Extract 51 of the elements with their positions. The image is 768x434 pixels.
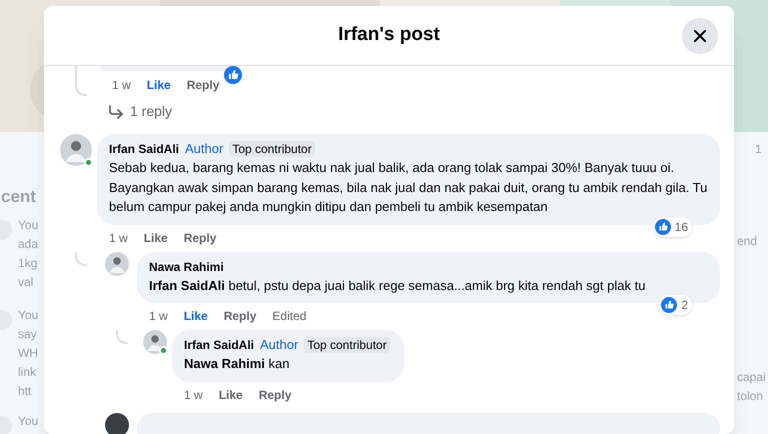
- reply-link[interactable]: Reply: [184, 228, 216, 246]
- comment-text: Irfan SaidAli betul, pstu depa juai balik rege semasa...amik brg kita rendah sgt plak tu: [149, 276, 646, 295]
- snippet-text: htt: [18, 383, 32, 400]
- snippet-text: link: [18, 364, 38, 381]
- like-link[interactable]: Like: [146, 76, 171, 94]
- author-name[interactable]: Irfan SaidAli: [184, 337, 254, 353]
- reply-arrow-icon: [108, 104, 124, 118]
- timestamp: 1 w: [149, 308, 168, 325]
- like-link[interactable]: Like: [144, 228, 168, 246]
- thread-line: [116, 330, 128, 344]
- modal-title: Irfan's post: [338, 23, 440, 48]
- snippet-text: You: [18, 413, 38, 430]
- timestamp: 1 w: [112, 77, 131, 94]
- snippet-text: WH: [18, 345, 38, 362]
- author-label: Author: [185, 141, 224, 157]
- reaction-number: 2: [681, 297, 688, 314]
- reply-link[interactable]: Reply: [224, 307, 256, 325]
- avatar-icon: [143, 330, 167, 354]
- timestamp: 1 w: [184, 386, 203, 404]
- contributor-badge: Top contributor: [304, 337, 390, 353]
- snippet-text: end: [737, 233, 758, 250]
- close-icon: [693, 29, 707, 43]
- avatar-icon: [105, 412, 129, 434]
- author-name[interactable]: Nawa Rahimi: [149, 258, 224, 274]
- section-heading: cent: [1, 186, 36, 208]
- snippet-text: val: [18, 274, 34, 291]
- timestamp: 1 w: [109, 230, 128, 246]
- reply-link[interactable]: Reply: [258, 386, 292, 404]
- like-link[interactable]: Like: [218, 386, 243, 404]
- view-replies-link[interactable]: 1 reply: [108, 101, 720, 122]
- like-icon: [224, 66, 242, 84]
- author-name[interactable]: Irfan SaidAli: [109, 141, 180, 157]
- like-link[interactable]: Like: [184, 307, 208, 325]
- comment-text: Sebab kedua, barang kemas ni waktu nak jual balik, ada orang tolak sampai 30%! Banyak tuuu oi. Bayangkan awak simpan barang kemas, bila nak jual dan nak pakai duit, orang tu ambik rendah gila. Tu belum campur pakej anda mungkin ditipu dan pembeli tu ambik kesempatan: [109, 159, 708, 216]
- contributor-badge: Top contributor: [229, 141, 315, 157]
- reply-link[interactable]: Reply: [186, 76, 220, 94]
- comment-text: Nawa Rahimi kan: [184, 355, 290, 373]
- reaction-number: 16: [674, 218, 688, 236]
- snippet-text: tolon: [737, 388, 764, 405]
- close-button[interactable]: [682, 18, 718, 54]
- snippet-text: capai: [737, 369, 766, 386]
- avatar-icon: [60, 134, 92, 166]
- snippet-text: ada: [18, 236, 38, 253]
- snippet-text: You: [18, 307, 38, 324]
- snippet-text: You: [18, 217, 38, 234]
- edited-label: Edited: [272, 308, 306, 325]
- snippet-text: say: [18, 326, 38, 343]
- author-label: Author: [260, 337, 298, 353]
- snippet-text: 1kg: [18, 255, 38, 272]
- snippet-text: 1: [755, 141, 762, 158]
- thread-line: [75, 252, 87, 266]
